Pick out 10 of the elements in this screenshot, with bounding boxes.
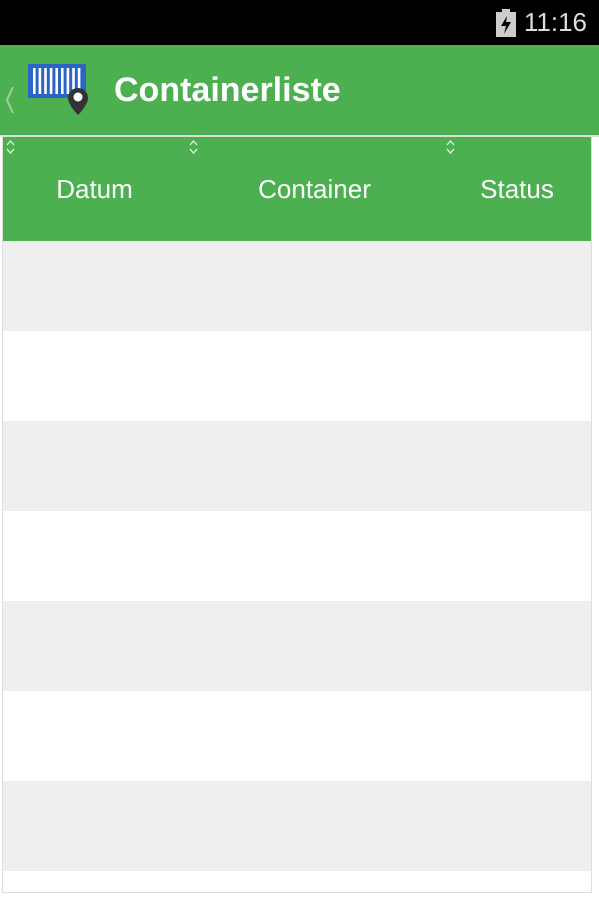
column-header[interactable]: Datum: [56, 174, 133, 204]
column-header[interactable]: Status: [480, 174, 554, 204]
sort-icon[interactable]: [446, 140, 455, 154]
clock-time: 11:16: [524, 7, 587, 38]
sort-icon[interactable]: [6, 140, 15, 154]
sort-icon[interactable]: [189, 140, 198, 154]
battery-icon: [496, 8, 516, 36]
back-icon[interactable]: [4, 85, 16, 115]
column-header[interactable]: Container: [258, 174, 371, 204]
app-title: Containerliste: [114, 70, 341, 110]
